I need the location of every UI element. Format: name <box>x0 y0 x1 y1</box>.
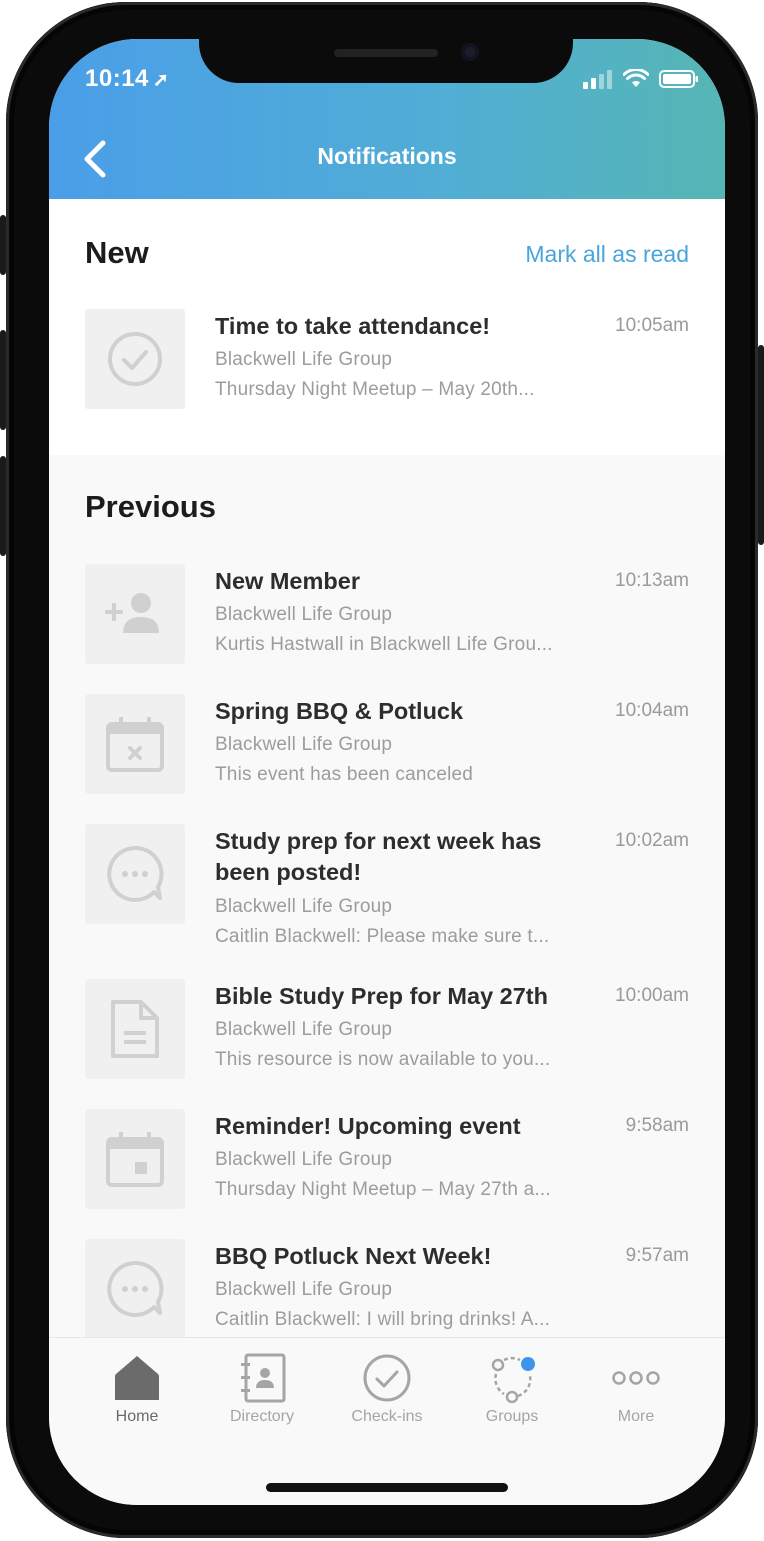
power-button <box>758 345 764 545</box>
notification-item[interactable]: New Member 10:13am Blackwell Life Group … <box>49 564 725 668</box>
notification-item[interactable]: Time to take attendance! 10:05am Blackwe… <box>49 309 725 413</box>
speaker-grille <box>334 49 438 57</box>
more-icon <box>612 1371 660 1385</box>
notification-time: 10:04am <box>615 700 689 721</box>
check-circle-icon <box>363 1354 411 1402</box>
notification-item[interactable]: Spring BBQ & Potluck 10:04am Blackwell L… <box>49 694 725 798</box>
status-time-text: 10:14 <box>85 65 149 92</box>
notification-item[interactable]: Study prep for next week has been posted… <box>49 824 725 958</box>
check-circle-icon <box>108 332 162 386</box>
notification-title: Spring BBQ & Potluck <box>215 698 464 724</box>
notification-thumbnail <box>85 694 185 794</box>
chat-bubble-icon <box>107 845 164 902</box>
notification-title: Time to take attendance! <box>215 313 491 339</box>
bottom-tab-bar: Home Directory Check-ins Groups More <box>49 1337 725 1505</box>
page-title: Notifications <box>317 143 457 169</box>
tab-label: Groups <box>485 1408 539 1425</box>
volume-down-button <box>0 456 6 556</box>
add-user-icon <box>105 593 159 633</box>
notification-message: Thursday Night Meetup – May 27th a... <box>215 1179 551 1200</box>
header-bar: 10:14 ➚ Notifications <box>49 39 725 199</box>
notification-message: Caitlin Blackwell: I will bring drinks! … <box>215 1309 551 1330</box>
notification-thumbnail <box>85 309 185 409</box>
tab-label: Check-ins <box>351 1408 423 1425</box>
location-arrow-icon: ➚ <box>152 70 170 91</box>
cellular-signal-icon <box>583 70 612 89</box>
notification-group: Blackwell Life Group <box>215 1149 393 1170</box>
calendar-event-icon <box>106 1132 164 1187</box>
phone-frame: 10:14 ➚ Notifications New Mark all as re… <box>6 2 758 1538</box>
tab-label: More <box>617 1408 655 1425</box>
notification-group: Blackwell Life Group <box>215 1279 393 1300</box>
directory-icon <box>241 1353 286 1403</box>
notification-message: This event has been canceled <box>215 764 474 785</box>
notification-group: Blackwell Life Group <box>215 604 393 625</box>
notification-time: 9:58am <box>625 1115 689 1136</box>
notification-message: This resource is now available to you... <box>215 1049 551 1070</box>
notification-group: Blackwell Life Group <box>215 896 393 917</box>
device-notch <box>199 39 573 83</box>
status-icons <box>583 69 699 89</box>
battery-icon <box>659 70 698 88</box>
notification-item[interactable]: Reminder! Upcoming event 9:58am Blackwel… <box>49 1109 725 1213</box>
notification-time: 10:00am <box>615 985 689 1006</box>
tab-label: Home <box>115 1408 159 1425</box>
tab-label: Directory <box>229 1408 294 1425</box>
new-section-title: New <box>85 235 149 270</box>
notification-message: Caitlin Blackwell: Please make sure t... <box>215 926 550 947</box>
notification-thumbnail <box>85 1109 185 1209</box>
notification-thumbnail <box>85 1239 185 1339</box>
notification-group: Blackwell Life Group <box>215 349 393 370</box>
previous-section-title: Previous <box>85 489 216 524</box>
notification-title: New Member <box>215 568 360 594</box>
mute-switch <box>0 215 6 275</box>
notification-item[interactable]: BBQ Potluck Next Week! 9:57am Blackwell … <box>49 1239 725 1343</box>
calendar-cancel-icon <box>106 717 164 772</box>
notification-badge-dot <box>521 1357 535 1371</box>
document-icon <box>111 1000 159 1058</box>
notification-thumbnail <box>85 979 185 1079</box>
notification-group: Blackwell Life Group <box>215 1019 393 1040</box>
chat-bubble-icon <box>107 1260 164 1317</box>
tab-more[interactable]: More <box>586 1352 686 1426</box>
notification-time: 10:05am <box>615 315 689 336</box>
new-section: New Mark all as read Time to take attend… <box>49 199 725 455</box>
notification-message: Kurtis Hastwall in Blackwell Life Grou..… <box>215 634 553 655</box>
home-indicator[interactable] <box>266 1483 508 1492</box>
notification-title: Bible Study Prep for May 27th <box>215 983 548 1009</box>
app-screen: 10:14 ➚ Notifications New Mark all as re… <box>49 39 725 1505</box>
tab-groups[interactable]: Groups <box>462 1352 562 1426</box>
notification-thumbnail <box>85 564 185 664</box>
front-camera <box>461 43 479 61</box>
tab-home[interactable]: Home <box>87 1352 187 1426</box>
mark-all-read-button[interactable]: Mark all as read <box>525 241 689 268</box>
notification-title: BBQ Potluck Next Week! <box>215 1243 492 1269</box>
notification-group: Blackwell Life Group <box>215 734 393 755</box>
groups-icon <box>491 1356 535 1404</box>
tab-directory[interactable]: Directory <box>212 1352 312 1426</box>
home-icon <box>115 1356 159 1400</box>
notification-time: 9:57am <box>625 1245 689 1266</box>
notification-time: 10:02am <box>615 830 689 851</box>
volume-up-button <box>0 330 6 430</box>
notification-thumbnail <box>85 824 185 924</box>
notification-time: 10:13am <box>615 570 689 591</box>
wifi-icon <box>623 69 649 87</box>
status-time: 10:14 ➚ <box>85 65 169 93</box>
notification-title: Reminder! Upcoming event <box>215 1113 521 1139</box>
notification-message: Thursday Night Meetup – May 20th... <box>215 379 535 400</box>
notification-title: Study prep for next week has been posted… <box>215 828 542 885</box>
tab-check-ins[interactable]: Check-ins <box>337 1352 437 1426</box>
notification-item[interactable]: Bible Study Prep for May 27th 10:00am Bl… <box>49 979 725 1083</box>
